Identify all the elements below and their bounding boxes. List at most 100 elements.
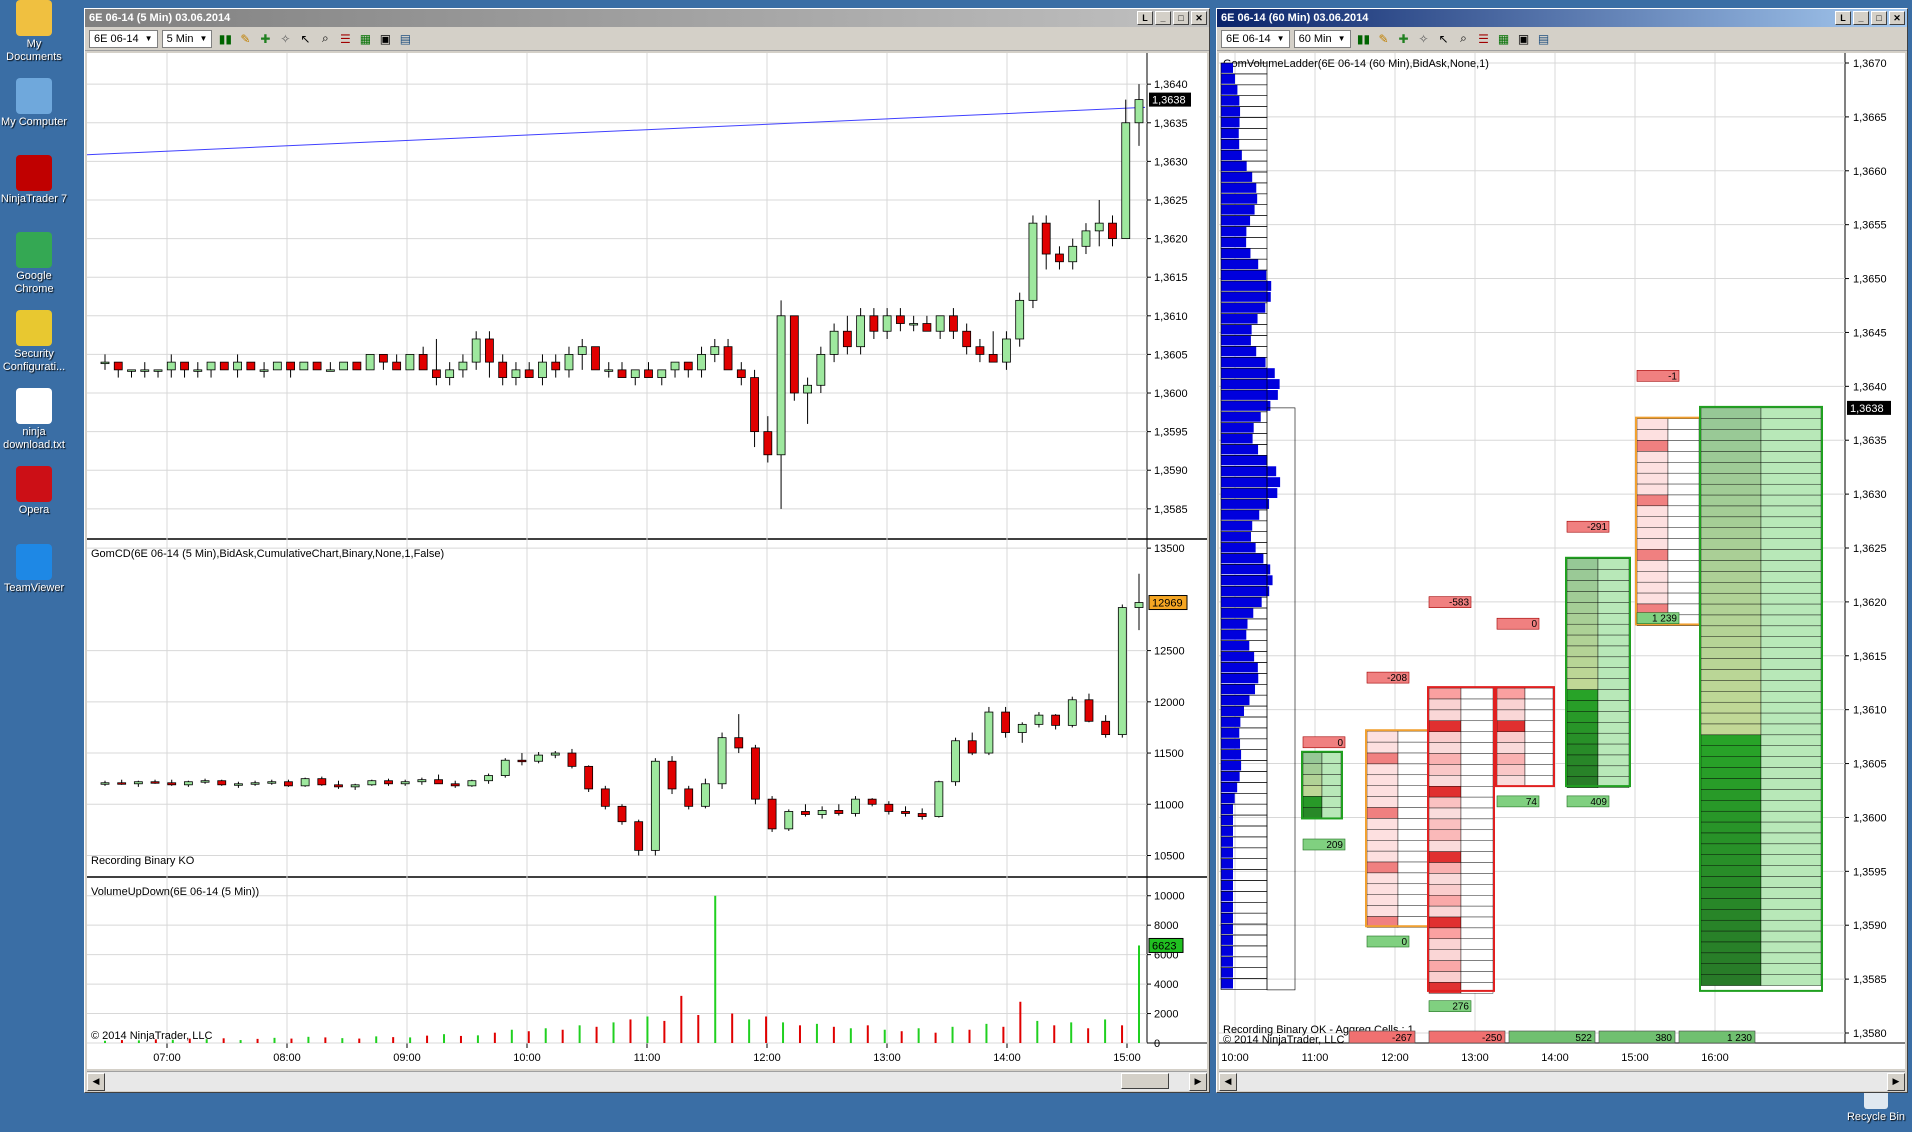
ladder-cell-bid bbox=[1428, 753, 1462, 765]
data-box-icon[interactable]: ▤ bbox=[396, 30, 414, 48]
ladder-cell-ask bbox=[1524, 687, 1554, 700]
profile-bar bbox=[1221, 335, 1251, 346]
desktop-icon-0[interactable]: My Documents bbox=[0, 0, 68, 64]
profile-bar bbox=[1221, 902, 1233, 913]
strategy-icon[interactable]: ☰ bbox=[1475, 30, 1493, 48]
profile-bar bbox=[1221, 226, 1247, 237]
cursor-icon[interactable]: ↖ bbox=[296, 30, 314, 48]
scroll-right-icon[interactable]: ▶ bbox=[1887, 1072, 1905, 1091]
chart-window-5min[interactable]: 6E 06-14 (5 Min) 03.06.2014 L _ □ ✕ 6E 0… bbox=[84, 8, 1210, 1093]
cd-body bbox=[751, 747, 760, 800]
zoom-icon[interactable]: ⌕ bbox=[316, 30, 334, 48]
scroll-left-icon[interactable]: ◀ bbox=[87, 1072, 105, 1091]
profile-bar bbox=[1221, 84, 1238, 95]
ladder-cell-ask bbox=[1460, 895, 1494, 907]
maximize-button[interactable]: □ bbox=[1173, 11, 1189, 25]
price-tick-label: 1,3595 bbox=[1154, 427, 1188, 439]
bar-delta-label: 522 bbox=[1575, 1033, 1592, 1044]
properties-icon[interactable]: ✧ bbox=[276, 30, 294, 48]
last-price-label: 1,3638 bbox=[1850, 403, 1884, 415]
draw-pencil-icon[interactable]: ✎ bbox=[236, 30, 254, 48]
bar-type-icon[interactable]: ▮▮ bbox=[216, 30, 234, 48]
instrument-selector[interactable]: 6E 06-14 ▼ bbox=[1221, 29, 1290, 48]
instrument-selector[interactable]: 6E 06-14 ▼ bbox=[89, 29, 158, 48]
minimize-button[interactable]: _ bbox=[1853, 11, 1869, 25]
draw-pencil-icon[interactable]: ✎ bbox=[1375, 30, 1393, 48]
horizontal-scrollbar[interactable]: ◀ ▶ bbox=[1219, 1071, 1905, 1091]
desktop-icon-6[interactable]: Opera bbox=[0, 466, 68, 517]
cursor-icon[interactable]: ↖ bbox=[1435, 30, 1453, 48]
ladder-cell-bid bbox=[1636, 505, 1669, 517]
scroll-left-icon[interactable]: ◀ bbox=[1219, 1072, 1237, 1091]
properties-icon[interactable]: ✧ bbox=[1415, 30, 1433, 48]
close-button[interactable]: ✕ bbox=[1889, 11, 1905, 25]
profile-bar bbox=[1221, 727, 1240, 738]
ladder-cell-ask bbox=[1760, 789, 1822, 801]
minimize-button[interactable]: _ bbox=[1155, 11, 1171, 25]
price-tick-label: 1,3610 bbox=[1853, 705, 1887, 717]
desktop-icon-label: NinjaTrader 7 bbox=[0, 193, 68, 205]
interval-selector[interactable]: 5 Min ▼ bbox=[161, 29, 213, 48]
cd-body bbox=[183, 781, 193, 786]
crosshair-icon[interactable]: ✚ bbox=[256, 30, 274, 48]
cd-body bbox=[684, 788, 694, 807]
maximize-button[interactable]: □ bbox=[1871, 11, 1887, 25]
profile-bar bbox=[1221, 891, 1233, 902]
ladder-cell-bid bbox=[1428, 960, 1462, 972]
ladder-cell-ask bbox=[1597, 656, 1630, 668]
ladder-cell-ask bbox=[1760, 603, 1822, 616]
data-box-icon[interactable]: ▤ bbox=[1535, 30, 1553, 48]
ladder-cell-ask bbox=[1524, 742, 1554, 754]
cd-body bbox=[650, 760, 660, 851]
ladder-cell-ask bbox=[1760, 462, 1822, 474]
horizontal-scrollbar[interactable]: ◀ ▶ bbox=[87, 1071, 1207, 1091]
crosshair-icon[interactable]: ✚ bbox=[1395, 30, 1413, 48]
ladder-cell-ask bbox=[1460, 851, 1494, 863]
strategy-icon[interactable]: ☰ bbox=[336, 30, 354, 48]
bar-delta-label: 1 230 bbox=[1727, 1033, 1752, 1044]
window-title: 6E 06-14 (5 Min) 03.06.2014 bbox=[89, 12, 231, 24]
candle-body bbox=[113, 361, 123, 371]
cd-tick-label: 11000 bbox=[1154, 799, 1184, 811]
zoom-icon[interactable]: ⌕ bbox=[1455, 30, 1473, 48]
ladder-cell-bid bbox=[1302, 796, 1323, 808]
ladder-cell-bid bbox=[1428, 764, 1462, 776]
window-titlebar[interactable]: 6E 06-14 (5 Min) 03.06.2014 L _ □ ✕ bbox=[85, 9, 1209, 27]
ladder-cell-bid bbox=[1700, 974, 1762, 986]
chart-area-5min[interactable]: 07:00 08:00 09:00 10:00 11:00 12:00 13:00 14:00… bbox=[86, 53, 1207, 1069]
indicators-icon[interactable]: ▦ bbox=[356, 30, 374, 48]
profile-bar bbox=[1221, 597, 1262, 607]
interval-selector[interactable]: 60 Min ▼ bbox=[1293, 29, 1351, 48]
cd-body bbox=[867, 798, 877, 805]
desktop-icon-1[interactable]: My Computer bbox=[0, 78, 68, 129]
price-tick-label: 1,3620 bbox=[1853, 597, 1887, 609]
scroll-right-icon[interactable]: ▶ bbox=[1189, 1072, 1207, 1091]
bar-type-icon[interactable]: ▮▮ bbox=[1355, 30, 1373, 48]
ladder-cell-ask bbox=[1597, 732, 1630, 745]
desktop-icon-5[interactable]: ninja download.txt bbox=[0, 388, 68, 452]
ladder-cell-ask bbox=[1760, 963, 1822, 975]
ladder-cell-bid bbox=[1428, 927, 1462, 940]
desktop-icon-4[interactable]: Security Configurati... bbox=[0, 310, 68, 374]
close-button[interactable]: ✕ bbox=[1191, 11, 1207, 25]
restore-icon[interactable]: L bbox=[1137, 11, 1153, 25]
scroll-thumb[interactable] bbox=[1121, 1073, 1169, 1089]
template-icon[interactable]: ▣ bbox=[1515, 30, 1533, 48]
desktop-icon-2[interactable]: NinjaTrader 7 bbox=[0, 155, 68, 206]
desktop-icon-7[interactable]: TeamViewer bbox=[0, 544, 68, 595]
cd-body bbox=[801, 811, 810, 815]
ladder-cell-ask bbox=[1760, 418, 1822, 430]
chart-area-60min[interactable]: 1,3670 1,3665 1,3660 1,3655 1,3650 1,3645 1,36… bbox=[1219, 53, 1905, 1069]
template-icon[interactable]: ▣ bbox=[376, 30, 394, 48]
candle-body bbox=[153, 369, 163, 372]
profile-bar bbox=[1221, 139, 1240, 150]
ladder-cell-bid bbox=[1366, 763, 1399, 776]
chart-window-60min[interactable]: 6E 06-14 (60 Min) 03.06.2014 L _ □ ✕ 6E … bbox=[1216, 8, 1908, 1093]
ladder-cell-ask bbox=[1760, 571, 1822, 583]
desktop-icon-3[interactable]: Google Chrome bbox=[0, 232, 68, 296]
restore-icon[interactable]: L bbox=[1835, 11, 1851, 25]
indicators-icon[interactable]: ▦ bbox=[1495, 30, 1513, 48]
window-titlebar[interactable]: 6E 06-14 (60 Min) 03.06.2014 L _ □ ✕ bbox=[1217, 9, 1907, 27]
profile-bar bbox=[1221, 749, 1242, 760]
candle-body bbox=[418, 354, 428, 371]
